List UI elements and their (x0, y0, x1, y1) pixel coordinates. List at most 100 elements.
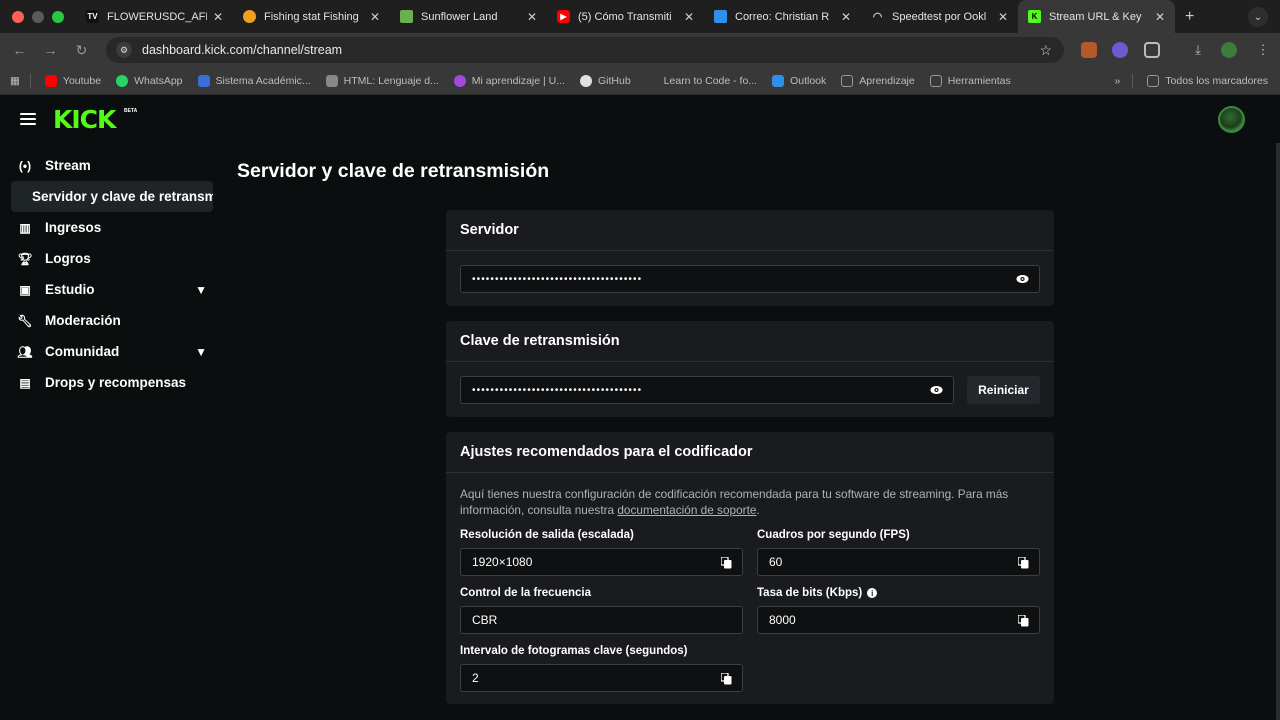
bookmark-folder-aprendizaje[interactable]: Aprendizaje (841, 74, 915, 87)
browser-tab[interactable]: ◠ Speedtest por Ookl ✕ (861, 0, 1018, 33)
close-window-button[interactable] (12, 10, 24, 23)
sidebar-item-comunidad[interactable]: 👥︎ Comunidad ▼ (0, 336, 225, 367)
reload-icon[interactable]: ↻ (66, 42, 97, 59)
chevron-down-icon[interactable]: ▼ (195, 283, 207, 297)
bookmarks-separator (1132, 74, 1134, 88)
bookmark-html[interactable]: HTML: Lenguaje d... (325, 74, 439, 87)
resolution-field[interactable]: 1920×1080 (460, 548, 743, 576)
reset-key-button[interactable]: Reiniciar (967, 376, 1040, 404)
community-icon: 👥︎ (17, 344, 33, 359)
all-bookmarks[interactable]: Todos los marcadores (1147, 75, 1268, 87)
browser-tab[interactable]: Sunflower Land ✕ (390, 0, 547, 33)
close-tab-icon[interactable]: ✕ (213, 10, 223, 24)
eye-icon[interactable] (1016, 274, 1029, 284)
sidebar: (•) Stream Servidor y clave de retransmi… (0, 150, 225, 398)
bookmark-label: Todos los marcadores (1165, 75, 1268, 87)
bookmark-learn[interactable]: Learn to Code - fo... (645, 74, 757, 87)
folder-icon (929, 74, 942, 87)
copy-icon[interactable] (1018, 557, 1029, 569)
chevron-down-icon[interactable]: ▼ (195, 345, 207, 359)
profile-avatar[interactable] (1221, 42, 1237, 58)
browser-toolbar: ← → ↻ ⚙ dashboard.kick.com/channel/strea… (0, 33, 1280, 67)
copy-icon[interactable] (721, 557, 732, 569)
sidebar-item-moderacion[interactable]: 🔧︎ Moderación (0, 305, 225, 336)
rate-control-field[interactable]: CBR (460, 606, 743, 634)
close-tab-icon[interactable]: ✕ (370, 10, 380, 24)
window-controls (0, 10, 76, 23)
bookmark-sistema[interactable]: Sistema Académic... (197, 74, 311, 87)
user-avatar[interactable] (1218, 106, 1245, 133)
bookmark-whatsapp[interactable]: WhatsApp (116, 74, 183, 87)
sidebar-item-label: Stream (45, 158, 91, 173)
tab-title: Fishing stat Fishing (264, 10, 359, 23)
sidebar-item-logros[interactable]: 🏆︎ Logros (0, 243, 225, 274)
sidebar-item-estudio[interactable]: ▣ Estudio ▼ (0, 274, 225, 305)
back-icon[interactable]: ← (4, 42, 35, 58)
server-card: Servidor •••••••••••••••••••••••••••••••… (446, 210, 1054, 306)
speedtest-icon: ◠ (872, 11, 883, 23)
bookmarks-overflow-icon[interactable]: » (1114, 75, 1120, 87)
new-tab-icon[interactable]: + (1175, 8, 1204, 26)
page: KICK BETA (•) Stream Servidor y clave de… (0, 95, 1280, 720)
close-tab-icon[interactable]: ✕ (841, 10, 851, 24)
browser-tab[interactable]: ▶ (5) Cómo Transmiti ✕ (547, 0, 704, 33)
close-tab-icon[interactable]: ✕ (684, 10, 694, 24)
close-tab-icon[interactable]: ✕ (998, 10, 1008, 24)
stream-key-field[interactable]: ••••••••••••••••••••••••••••••••••••• (460, 376, 954, 404)
copy-icon[interactable] (1018, 615, 1029, 627)
fps-field[interactable]: 60 (757, 548, 1040, 576)
extension-icon[interactable] (1112, 42, 1128, 58)
bookmarks-right: » Todos los marcadores (1114, 74, 1268, 88)
tab-search-icon[interactable]: ⌄ (1248, 7, 1268, 27)
resolution-label: Resolución de salida (escalada) (460, 529, 634, 541)
url-text[interactable]: dashboard.kick.com/channel/stream (142, 43, 342, 57)
encoder-description: Aquí tienes nuestra configuración de cod… (460, 486, 1045, 518)
sidebar-item-ingresos[interactable]: ▥ Ingresos (0, 212, 225, 243)
sidebar-item-stream[interactable]: (•) Stream (0, 150, 225, 181)
browser-tab-active[interactable]: K Stream URL & Key ✕ (1018, 0, 1175, 33)
address-bar[interactable]: ⚙ dashboard.kick.com/channel/stream ☆ (106, 37, 1064, 63)
eye-icon[interactable] (930, 385, 943, 395)
bookmark-folder-herramientas[interactable]: Herramientas (929, 74, 1011, 87)
sidebar-item-drops[interactable]: ▤ Drops y recompensas (0, 367, 225, 398)
github-icon (579, 74, 592, 87)
browser-tab[interactable]: Fishing stat Fishing ✕ (233, 0, 390, 33)
keyframe-field[interactable]: 2 (460, 664, 743, 692)
bookmark-github[interactable]: GitHub (579, 74, 631, 87)
download-icon[interactable]: ⤓ (1190, 42, 1206, 58)
bookmark-youtube[interactable]: Youtube (44, 74, 101, 87)
close-tab-icon[interactable]: ✕ (527, 10, 537, 24)
keyframe-label: Intervalo de fotogramas clave (segundos) (460, 645, 688, 657)
sidebar-item-label: Ingresos (45, 220, 102, 235)
extension-icon[interactable] (1081, 42, 1097, 58)
forward-icon[interactable]: → (35, 42, 66, 58)
minimize-window-button[interactable] (32, 10, 44, 23)
browser-tab[interactable]: Correo: Christian R ✕ (704, 0, 861, 33)
kick-logo[interactable]: KICK (53, 105, 116, 134)
server-field[interactable]: ••••••••••••••••••••••••••••••••••••• (460, 265, 1040, 293)
sidebar-subitem-server-key[interactable]: Servidor y clave de retransmisión (11, 181, 213, 212)
bookmark-label: WhatsApp (134, 74, 183, 87)
browser-menu-icon[interactable]: ⋮ (1255, 42, 1271, 58)
bitrate-field[interactable]: 8000 (757, 606, 1040, 634)
copy-icon[interactable] (721, 673, 732, 685)
sidebar-item-label: Comunidad (45, 344, 120, 359)
bookmark-star-icon[interactable]: ☆ (1039, 42, 1052, 59)
site-info-icon[interactable]: ⚙ (116, 42, 132, 58)
info-icon[interactable]: i (867, 588, 878, 598)
menu-icon[interactable] (20, 113, 36, 125)
maximize-window-button[interactable] (52, 10, 64, 23)
close-tab-icon[interactable]: ✕ (1155, 10, 1165, 24)
bookmark-aprendizaje-u[interactable]: Mi aprendizaje | U... (453, 74, 565, 87)
bookmark-outlook[interactable]: Outlook (772, 74, 826, 87)
bookmark-label: Aprendizaje (859, 74, 915, 87)
chart-icon: ▥ (19, 220, 31, 235)
rate-control-value: CBR (472, 613, 498, 627)
youtube-icon (44, 74, 57, 87)
extensions-puzzle-icon[interactable] (1144, 42, 1160, 58)
page-scrollbar[interactable] (1276, 143, 1280, 720)
support-docs-link[interactable]: documentación de soporte (617, 503, 756, 517)
apps-icon[interactable]: ▦ (10, 75, 20, 87)
tradingview-icon: TV (86, 10, 99, 23)
browser-tab[interactable]: TV FLOWERUSDC_AFE ✕ (76, 0, 233, 33)
